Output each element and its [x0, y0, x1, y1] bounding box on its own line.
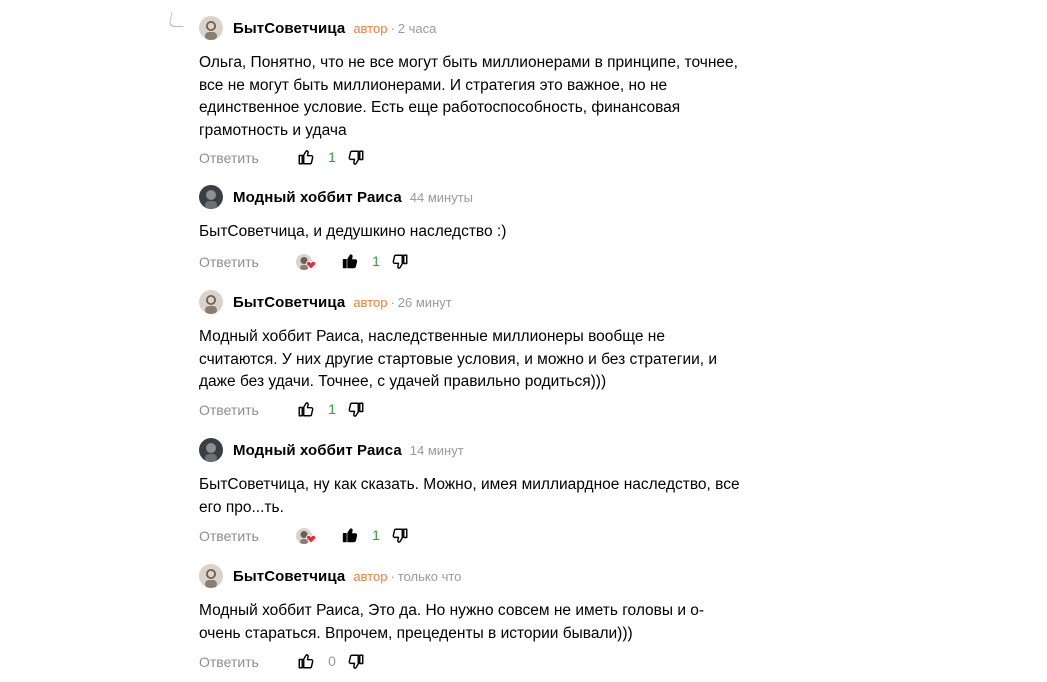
comment-time: только что [397, 568, 462, 584]
comment-text: БытСоветчица, ну как сказать. Можно, име… [199, 476, 740, 516]
reply-button[interactable]: Ответить [199, 254, 259, 270]
comment-actions: Ответить 1 [199, 148, 399, 168]
time-separator: · [390, 294, 395, 310]
reply-thread-icon [168, 12, 187, 27]
comment-header: БытСоветчица автор · только что [199, 564, 799, 588]
comment-header: БытСоветчица автор · 2 часа [199, 16, 799, 40]
comment-actions: Ответить 0 [199, 652, 399, 672]
comment-item: Модный хоббит Раиса 14 минут БытСоветчиц… [199, 438, 799, 519]
comment-actions: Ответить 1 [199, 400, 399, 420]
user-avatar-icon[interactable] [199, 438, 223, 462]
comment-item: БытСоветчица автор · 2 часа Ольга, Понят… [199, 16, 799, 142]
reply-button[interactable]: Ответить [199, 528, 259, 544]
comment-time: 26 минут [397, 294, 452, 310]
comment-time: 2 часа [397, 20, 437, 36]
thumbs-up-icon[interactable] [297, 652, 315, 670]
time-separator: · [390, 568, 395, 584]
author-badge: автор [353, 294, 388, 310]
like-count: 0 [328, 653, 336, 669]
reply-button[interactable]: Ответить [199, 402, 259, 418]
comment-header: Модный хоббит Раиса 14 минут [199, 438, 799, 462]
comment-text: БытСоветчица, и дедушкино наследство :) [199, 223, 507, 240]
liker-avatars[interactable] [296, 526, 318, 546]
thumbs-up-icon[interactable] [341, 526, 359, 544]
thumbs-up-icon[interactable] [297, 148, 315, 166]
heart-icon [306, 534, 316, 544]
author-name[interactable]: Модный хоббит Раиса [233, 442, 402, 459]
thumbs-down-icon[interactable] [347, 653, 365, 671]
author-name[interactable]: Модный хоббит Раиса [233, 189, 402, 206]
comment-item: Модный хоббит Раиса 44 минуты БытСоветчи… [199, 185, 799, 244]
author-badge: автор [353, 20, 388, 36]
like-count: 1 [372, 527, 380, 543]
comment-text: Модный хоббит Раиса, наследственные милл… [199, 328, 718, 390]
author-name[interactable]: БытСоветчица [233, 294, 345, 311]
comment-header: БытСоветчица автор · 26 минут [199, 290, 799, 314]
thumbs-up-icon[interactable] [297, 400, 315, 418]
like-count: 1 [328, 149, 336, 165]
thumbs-down-icon[interactable] [347, 149, 365, 167]
comment-item: БытСоветчица автор · только что Модный х… [199, 564, 799, 645]
thumbs-down-icon[interactable] [391, 253, 409, 271]
comment-text: Ольга, Понятно, что не все могут быть ми… [199, 54, 738, 139]
comment-actions: Ответить 1 [199, 526, 419, 546]
user-avatar-icon[interactable] [199, 290, 223, 314]
user-avatar-icon[interactable] [199, 185, 223, 209]
liker-avatars[interactable] [296, 252, 318, 272]
reply-button[interactable]: Ответить [199, 654, 259, 670]
thumbs-down-icon[interactable] [347, 401, 365, 419]
comment-actions: Ответить 1 [199, 252, 419, 272]
user-avatar-icon[interactable] [199, 564, 223, 588]
thumbs-up-icon[interactable] [341, 252, 359, 270]
comment-time: 14 минут [409, 442, 464, 458]
thumbs-down-icon[interactable] [391, 527, 409, 545]
time-separator: · [390, 20, 395, 36]
like-count: 1 [372, 253, 380, 269]
reply-button[interactable]: Ответить [199, 150, 259, 166]
author-name[interactable]: БытСоветчица [233, 20, 345, 37]
comment-text: Модный хоббит Раиса, Это да. Но нужно со… [199, 602, 705, 642]
heart-icon [306, 260, 316, 270]
author-name[interactable]: БытСоветчица [233, 568, 345, 585]
like-count: 1 [328, 401, 336, 417]
comment-item: БытСоветчица автор · 26 минут Модный хоб… [199, 290, 799, 394]
comment-time: 44 минуты [409, 189, 474, 205]
author-badge: автор [353, 568, 388, 584]
comment-header: Модный хоббит Раиса 44 минуты [199, 185, 799, 209]
user-avatar-icon[interactable] [199, 16, 223, 40]
